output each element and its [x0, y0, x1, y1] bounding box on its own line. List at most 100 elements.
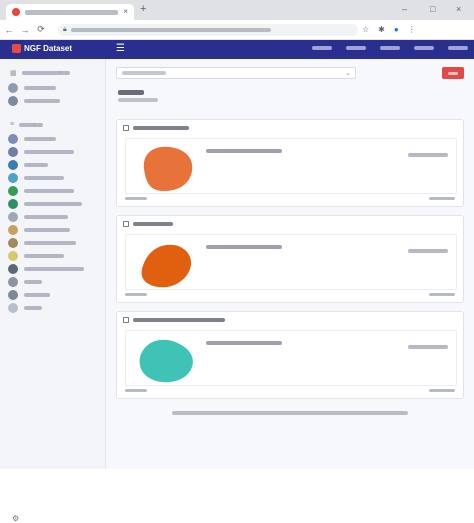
top-nav-item[interactable] [346, 46, 366, 50]
card-action-link[interactable] [408, 345, 448, 349]
browser-tab-bar: × + – □ × [0, 0, 474, 20]
back-icon[interactable]: ← [2, 25, 16, 35]
card-footer-right[interactable] [429, 197, 455, 200]
hamburger-menu-icon[interactable]: ☰ [116, 43, 125, 54]
menu-icon[interactable]: ⋮ [408, 25, 416, 34]
result-card[interactable] [116, 215, 464, 303]
sidebar-item[interactable] [8, 147, 100, 157]
dataset-preview-image[interactable] [136, 139, 200, 195]
card-footer-left[interactable] [125, 389, 147, 392]
sidebar-item-label [24, 228, 70, 232]
top-nav-item[interactable] [380, 46, 400, 50]
sidebar-item-label [24, 86, 56, 90]
sidebar-item[interactable] [8, 96, 100, 106]
sidebar-item-label [24, 189, 74, 193]
tab-close-icon[interactable]: × [123, 8, 128, 16]
footer-note [172, 411, 408, 415]
category-icon [8, 160, 18, 170]
card-title[interactable] [133, 318, 225, 322]
sidebar-item[interactable] [8, 212, 100, 222]
sidebar-item-label [24, 280, 42, 284]
card-checkbox[interactable] [123, 125, 129, 131]
toolbar-icons: ☆ ✱ ● ⋮ [362, 25, 416, 34]
search-button[interactable] [442, 67, 464, 79]
shape-icon [143, 146, 193, 191]
search-placeholder [122, 71, 166, 75]
sidebar-item[interactable] [8, 134, 100, 144]
card-title[interactable] [133, 222, 173, 226]
address-bar[interactable]: 🔒︎ [58, 24, 358, 36]
browser-tab[interactable]: × [6, 4, 134, 20]
main-content: ⌄ [106, 59, 474, 469]
card-footer-right[interactable] [429, 389, 455, 392]
sidebar-item[interactable] [8, 173, 100, 183]
sidebar-section-label [21, 71, 70, 75]
result-card[interactable] [116, 119, 464, 207]
settings-icon[interactable]: ⚙ [12, 514, 19, 523]
sidebar-item[interactable] [8, 251, 100, 261]
star-icon[interactable]: ☆ [362, 25, 369, 34]
top-nav-item[interactable] [448, 46, 468, 50]
sidebar-section-header[interactable]: ≡ ‹ [10, 121, 44, 128]
top-nav-item[interactable] [414, 46, 434, 50]
sidebar-item[interactable] [8, 199, 100, 209]
card-footer-left[interactable] [125, 197, 147, 200]
sidebar-item-label [24, 215, 68, 219]
sidebar-item[interactable] [8, 238, 100, 248]
lock-icon: 🔒︎ [63, 26, 67, 33]
brand[interactable]: NGF Dataset [12, 44, 72, 53]
card-action-link[interactable] [408, 153, 448, 157]
result-card[interactable] [116, 311, 464, 399]
maximize-icon[interactable]: □ [430, 4, 435, 14]
sidebar-item[interactable] [8, 186, 100, 196]
sidebar-item-label [24, 254, 64, 258]
top-nav-item[interactable] [312, 46, 332, 50]
sidebar-item[interactable] [8, 225, 100, 235]
minimize-icon[interactable]: – [402, 4, 407, 14]
sidebar-item-label [24, 99, 60, 103]
card-header [123, 317, 225, 323]
category-icon [8, 251, 18, 261]
card-action-link[interactable] [408, 249, 448, 253]
card-header [123, 221, 173, 227]
new-tab-button[interactable]: + [140, 3, 146, 15]
sidebar-item[interactable] [8, 290, 100, 300]
sidebar-item-label [24, 267, 84, 271]
extension-icon[interactable]: ✱ [378, 25, 385, 34]
card-meta [206, 341, 282, 345]
results-subtitle [118, 98, 158, 102]
search-input[interactable]: ⌄ [116, 67, 356, 79]
card-checkbox[interactable] [123, 221, 129, 227]
sidebar: ▦ ‹ ≡ ‹ ⚙ [0, 59, 106, 523]
sidebar-item[interactable] [8, 160, 100, 170]
sidebar-item[interactable] [8, 303, 100, 313]
close-window-icon[interactable]: × [456, 4, 461, 14]
card-footer-right[interactable] [429, 293, 455, 296]
sidebar-item-label [24, 306, 42, 310]
sidebar-item-label [24, 176, 64, 180]
reload-icon[interactable]: ⟳ [34, 24, 48, 35]
category-icon [8, 290, 18, 300]
card-checkbox[interactable] [123, 317, 129, 323]
category-icon [8, 134, 18, 144]
category-icon [8, 83, 18, 93]
shape-icon [141, 244, 192, 288]
sidebar-section-header[interactable]: ▦ ‹ [10, 69, 70, 77]
sidebar-item-label [24, 241, 76, 245]
dataset-preview-image[interactable] [136, 235, 200, 291]
card-meta [206, 149, 282, 153]
card-title[interactable] [133, 126, 189, 130]
forward-icon[interactable]: → [18, 25, 32, 35]
sidebar-item[interactable] [8, 83, 100, 93]
shape-fill [143, 146, 193, 191]
dataset-preview-image[interactable] [136, 331, 200, 387]
card-footer-left[interactable] [125, 293, 147, 296]
chevron-icon: ‹ [33, 121, 36, 128]
sidebar-item[interactable] [8, 277, 100, 287]
profile-icon[interactable]: ● [394, 25, 399, 34]
chevron-icon: ‹ [59, 70, 62, 76]
sidebar-item[interactable] [8, 264, 100, 274]
category-icon [8, 199, 18, 209]
card-meta [206, 245, 282, 249]
category-icon [8, 264, 18, 274]
